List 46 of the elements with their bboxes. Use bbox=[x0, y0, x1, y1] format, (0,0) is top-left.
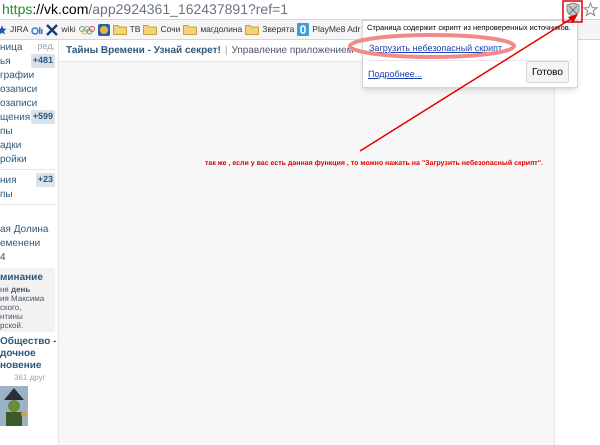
menu-item[interactable]: пы bbox=[0, 124, 13, 138]
bookmark-link[interactable]: ТВ bbox=[130, 23, 140, 36]
friends-count: 361 друг bbox=[13, 372, 47, 384]
folder-icon[interactable] bbox=[183, 24, 198, 35]
folder-icon[interactable] bbox=[245, 24, 260, 35]
menu-item[interactable]: графии bbox=[0, 68, 34, 82]
star-icon[interactable] bbox=[583, 2, 598, 17]
reminder-text: ня день ия Максима ского, нтины рской. bbox=[0, 285, 46, 330]
group-title[interactable]: Общество - дочное новение bbox=[0, 336, 55, 372]
menu-item[interactable]: озаписи bbox=[0, 96, 38, 110]
app-title: Тайны Времени - Узнай секрет! bbox=[66, 44, 221, 58]
folder-icon[interactable] bbox=[143, 24, 158, 35]
side-link[interactable]: еменени bbox=[0, 236, 55, 250]
count-badge: +599 bbox=[30, 110, 55, 124]
badge-icon[interactable] bbox=[98, 24, 110, 36]
side-link[interactable]: ая Долина bbox=[0, 222, 55, 236]
manage-app-link[interactable]: Управление приложением bbox=[231, 43, 354, 58]
bookmark-link[interactable]: PlayMe8 Adr bbox=[312, 23, 360, 36]
reminder-title: минание bbox=[0, 271, 44, 285]
load-script-link[interactable]: Загрузить небезопасный скрипт bbox=[369, 42, 502, 56]
rings-icon[interactable] bbox=[78, 24, 95, 34]
menu-item[interactable]: пы bbox=[0, 186, 13, 202]
highlight-rectangle bbox=[562, 0, 583, 23]
bookmark-link[interactable]: JIRA bbox=[10, 23, 28, 36]
separator-text: | bbox=[224, 44, 228, 58]
count-badge: +23 bbox=[36, 173, 55, 187]
side-link[interactable]: 4 bbox=[0, 250, 55, 264]
app-icon[interactable] bbox=[297, 23, 310, 36]
menu-item[interactable]: ница bbox=[0, 40, 22, 54]
done-button[interactable]: Готово bbox=[526, 61, 569, 83]
more-link[interactable]: Подробнее... bbox=[368, 68, 422, 82]
shield-icon[interactable] bbox=[566, 2, 580, 17]
menu-item[interactable]: ния bbox=[0, 172, 17, 188]
menu-item[interactable]: адки bbox=[0, 138, 22, 152]
menu-item[interactable]: щения bbox=[0, 110, 30, 124]
menu-item[interactable]: ья bbox=[0, 54, 11, 68]
bookmark-link[interactable]: wiki bbox=[61, 23, 76, 36]
bookmark-link[interactable]: Зверята bbox=[262, 23, 294, 36]
bookmark-link[interactable]: магдолина bbox=[200, 23, 242, 36]
count-badge: +481 bbox=[30, 54, 55, 68]
menu-item[interactable]: ройки bbox=[0, 152, 27, 166]
address-field[interactable]: https://vk.com/app2924361_162437891?ref=1 bbox=[0, 0, 566, 20]
bookmark-link[interactable]: Сочи bbox=[160, 23, 180, 36]
x-logo-icon[interactable] bbox=[46, 24, 58, 36]
menu-item[interactable]: озаписи bbox=[0, 82, 38, 96]
star-icon[interactable] bbox=[0, 24, 7, 36]
